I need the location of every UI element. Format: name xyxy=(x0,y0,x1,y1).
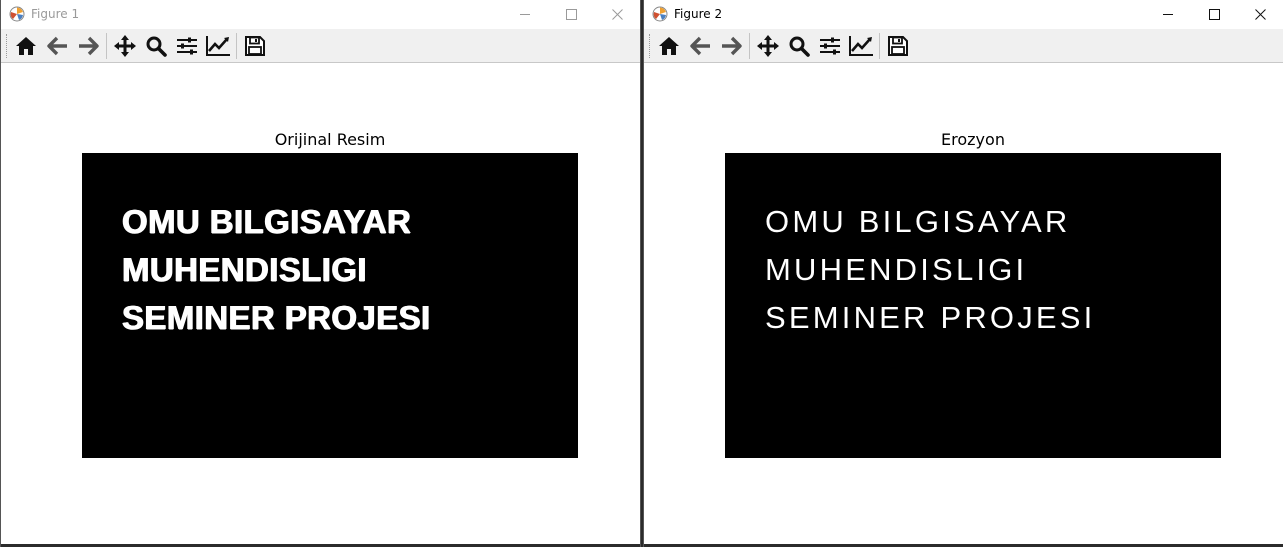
toolbar-separator xyxy=(236,33,237,59)
save-icon xyxy=(888,36,908,56)
save-button[interactable] xyxy=(242,33,268,59)
pan-icon xyxy=(757,35,779,57)
save-icon xyxy=(245,36,265,56)
forward-button[interactable] xyxy=(718,33,744,59)
zoom-button[interactable] xyxy=(143,33,169,59)
image-text-line: SEMINER PROJESI xyxy=(122,299,431,336)
configure-subplots-button[interactable] xyxy=(174,33,200,59)
pan-button[interactable] xyxy=(755,33,781,59)
toolbar-separator xyxy=(879,33,880,59)
plot-title: Orijinal Resim xyxy=(274,130,386,149)
subplots-icon xyxy=(177,37,197,55)
zoom-icon xyxy=(146,36,167,57)
image-text-line: OMU BILGISAYAR xyxy=(122,203,412,240)
window-title: Figure 2 xyxy=(674,7,723,21)
edit-axes-button[interactable] xyxy=(848,33,874,59)
image-text-line: MUHENDISLIGI xyxy=(765,252,1028,287)
save-button[interactable] xyxy=(885,33,911,59)
close-button[interactable] xyxy=(594,0,640,29)
plot-title: Erozyon xyxy=(941,130,1005,149)
subplots-icon xyxy=(820,37,840,55)
configure-subplots-button[interactable] xyxy=(817,33,843,59)
forward-arrow-icon xyxy=(79,36,99,56)
title-bar[interactable]: Figure 1 xyxy=(1,0,640,29)
minimize-icon xyxy=(519,14,530,15)
edit-axes-button[interactable] xyxy=(205,33,231,59)
navigation-toolbar xyxy=(1,29,640,63)
toolbar-separator xyxy=(106,33,107,59)
minimize-button[interactable] xyxy=(502,0,548,29)
home-icon xyxy=(16,37,36,55)
home-button[interactable] xyxy=(656,33,682,59)
maximize-icon xyxy=(1208,9,1220,20)
navigation-toolbar xyxy=(644,29,1283,63)
image-text-line: OMU BILGISAYAR xyxy=(765,204,1071,239)
pan-icon xyxy=(114,35,136,57)
forward-arrow-icon xyxy=(722,36,742,56)
axes-edit-icon xyxy=(849,36,873,56)
maximize-icon xyxy=(565,9,577,20)
image-text-line: MUHENDISLIGI xyxy=(122,251,367,288)
back-arrow-icon xyxy=(47,36,67,56)
minimize-button[interactable] xyxy=(1145,0,1191,29)
maximize-button[interactable] xyxy=(1191,0,1237,29)
title-bar[interactable]: Figure 2 xyxy=(644,0,1283,29)
image-text-line: SEMINER PROJESI xyxy=(765,300,1096,335)
back-button[interactable] xyxy=(45,33,71,59)
minimize-icon xyxy=(1162,14,1173,15)
back-button[interactable] xyxy=(688,33,714,59)
zoom-button[interactable] xyxy=(786,33,812,59)
toolbar-grip[interactable] xyxy=(649,34,651,58)
pan-button[interactable] xyxy=(112,33,138,59)
home-button[interactable] xyxy=(13,33,39,59)
window-title: Figure 1 xyxy=(31,7,80,21)
original-image: OMU BILGISAYAR MUHENDISLIGI SEMINER PROJ… xyxy=(82,153,578,458)
close-icon xyxy=(1254,9,1266,20)
figure-2-window[interactable]: Figure 2 Erozyon OMU BILGISAYAR MUHENDIS… xyxy=(643,0,1283,547)
home-icon xyxy=(659,37,679,55)
matplotlib-app-icon xyxy=(9,6,25,22)
eroded-image: OMU BILGISAYAR MUHENDISLIGI SEMINER PROJ… xyxy=(725,153,1221,458)
close-icon xyxy=(611,9,623,20)
figure-1-window[interactable]: Figure 1 Orijinal Resim OMU BILGISAYAR M… xyxy=(0,0,641,547)
matplotlib-app-icon xyxy=(652,6,668,22)
toolbar-grip[interactable] xyxy=(6,34,8,58)
close-button[interactable] xyxy=(1237,0,1283,29)
zoom-icon xyxy=(789,36,810,57)
axes-edit-icon xyxy=(206,36,230,56)
toolbar-separator xyxy=(749,33,750,59)
forward-button[interactable] xyxy=(75,33,101,59)
back-arrow-icon xyxy=(690,36,710,56)
maximize-button[interactable] xyxy=(548,0,594,29)
